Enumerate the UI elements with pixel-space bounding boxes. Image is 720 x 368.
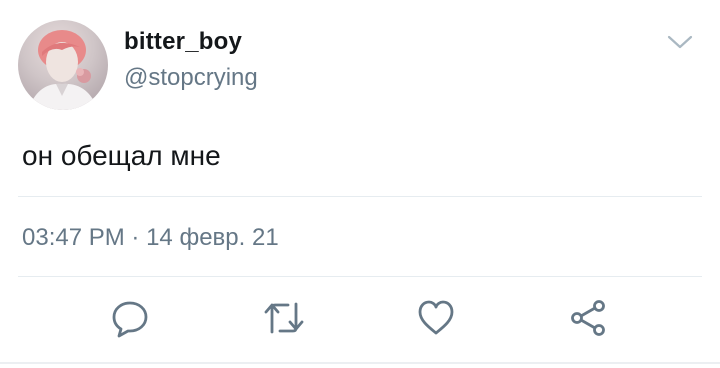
reply-button[interactable] xyxy=(108,296,152,340)
tweet-time: 03:47 PM xyxy=(22,224,125,251)
user-handle[interactable]: @stopcrying xyxy=(124,64,258,92)
tweet-timestamp[interactable]: 03:47 PM · 14 февр. 21 xyxy=(22,224,279,252)
retweet-icon xyxy=(264,302,304,334)
heart-icon xyxy=(418,300,454,335)
tweet-date: 14 февр. 21 xyxy=(146,224,279,251)
share-button[interactable] xyxy=(566,296,610,340)
divider xyxy=(18,276,702,277)
action-bar xyxy=(0,296,720,346)
divider xyxy=(18,196,702,197)
tweet-text: он обещал мне xyxy=(22,140,221,171)
avatar[interactable] xyxy=(18,20,108,110)
bottom-border xyxy=(0,362,720,364)
meta-separator: · xyxy=(131,224,140,251)
reply-icon xyxy=(112,301,148,338)
chevron-down-icon[interactable] xyxy=(664,28,696,56)
retweet-button[interactable] xyxy=(262,296,306,340)
tweet-card: bitter_boy @stopcrying он обещал мне 03:… xyxy=(0,0,720,368)
share-icon xyxy=(571,300,605,336)
display-name[interactable]: bitter_boy xyxy=(124,28,242,56)
like-button[interactable] xyxy=(414,296,458,340)
